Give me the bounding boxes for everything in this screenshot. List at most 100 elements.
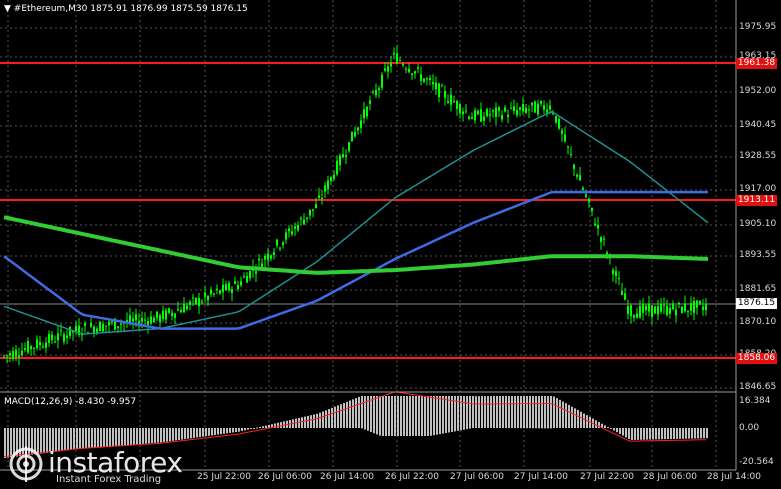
candle-body xyxy=(108,321,110,326)
macd-bar xyxy=(136,428,138,445)
candle-body xyxy=(585,194,587,197)
candle-body xyxy=(195,298,197,304)
candle-body xyxy=(534,101,536,113)
macd-bar xyxy=(358,396,360,428)
macd-bar xyxy=(115,428,117,446)
candle-body xyxy=(336,160,338,175)
macd-bar xyxy=(316,413,318,428)
macd-bar xyxy=(190,428,192,439)
macd-bar xyxy=(370,396,372,432)
candle-body xyxy=(69,326,71,337)
candle-body xyxy=(165,310,167,320)
price-tick: 1881.65 xyxy=(739,284,777,294)
macd-bar xyxy=(613,428,615,431)
candle-body xyxy=(15,349,17,357)
time-tick: 27 Jul 06:00 xyxy=(450,472,504,482)
macd-bar xyxy=(250,428,252,429)
candle-body xyxy=(636,313,638,319)
macd-bar xyxy=(355,398,357,428)
candle-body xyxy=(387,66,389,72)
candle-body xyxy=(627,306,629,315)
macd-bar xyxy=(322,411,324,428)
macd-bar xyxy=(412,396,414,436)
candle-body xyxy=(273,252,275,255)
price-tick: 1846.65 xyxy=(739,382,777,392)
candle-body xyxy=(429,77,431,81)
candle-body xyxy=(603,238,605,240)
macd-bar xyxy=(172,428,174,441)
macd-bar xyxy=(610,428,612,429)
macd-bar xyxy=(304,416,306,428)
menu-triangle-icon[interactable]: ▼ xyxy=(4,4,11,14)
macd-bar xyxy=(154,428,156,443)
price-tick: 1975.95 xyxy=(739,22,777,32)
macd-bar xyxy=(667,428,669,440)
macd-bar xyxy=(694,428,696,439)
price-tick: 1940.45 xyxy=(739,120,777,130)
ohlc-high: 1876.99 xyxy=(130,4,168,14)
macd-bar xyxy=(517,396,519,429)
candle-body xyxy=(405,68,407,70)
candle-body xyxy=(63,334,65,342)
time-tick: 25 Jul 22:00 xyxy=(197,472,251,482)
macd-bar xyxy=(373,396,375,434)
macd-bar xyxy=(547,396,549,429)
candle-body xyxy=(573,164,575,169)
candle-body xyxy=(510,107,512,109)
candle-body xyxy=(690,303,692,311)
macd-bar xyxy=(532,396,534,429)
candle-body xyxy=(531,102,533,106)
price-tick: 1905.10 xyxy=(739,219,777,229)
macd-bar xyxy=(220,428,222,435)
macd-bar xyxy=(400,396,402,436)
macd-bar xyxy=(193,428,195,438)
candle-body xyxy=(414,71,416,74)
macd-bar xyxy=(247,428,249,430)
candle-body xyxy=(483,116,485,121)
macd-bar xyxy=(328,409,330,428)
candle-body xyxy=(633,315,635,318)
macd-tick: 16.384 xyxy=(739,396,771,406)
candle-body xyxy=(297,224,299,231)
macd-bar xyxy=(670,428,672,440)
candle-body xyxy=(639,305,641,318)
candle-body xyxy=(420,74,422,81)
macd-bar xyxy=(157,428,159,443)
macd-bar xyxy=(625,428,627,438)
candle-body xyxy=(210,289,212,295)
candle-body xyxy=(570,153,572,155)
macd-bar xyxy=(511,396,513,429)
macd-bar xyxy=(556,398,558,428)
macd-bar xyxy=(490,396,492,428)
candle-body xyxy=(366,106,368,117)
candle-body xyxy=(255,271,257,274)
macd-bar xyxy=(280,422,282,428)
candle-body xyxy=(348,142,350,152)
candle-body xyxy=(198,297,200,307)
candle-body xyxy=(267,253,269,260)
candle-body xyxy=(567,146,569,148)
price-chart[interactable] xyxy=(0,0,781,489)
macd-bar xyxy=(325,410,327,428)
candle-body xyxy=(438,83,440,97)
macd-bar xyxy=(661,428,663,440)
candle-body xyxy=(663,305,665,307)
candle-body xyxy=(3,355,5,357)
candle-body xyxy=(9,353,11,356)
candle-body xyxy=(21,350,23,356)
macd-bar xyxy=(706,428,708,439)
macd-bar xyxy=(688,428,690,439)
macd-bar xyxy=(340,404,342,428)
macd-bar xyxy=(421,396,423,436)
candle-body xyxy=(645,305,647,311)
macd-bar xyxy=(265,425,267,428)
candle-body xyxy=(168,308,170,313)
price-tick: 1952.00 xyxy=(739,86,777,96)
candle-body xyxy=(135,314,137,321)
macd-bar xyxy=(382,396,384,436)
macd-bar xyxy=(433,396,435,436)
candle-body xyxy=(654,306,656,314)
candle-body xyxy=(519,107,521,110)
symbol-label: #Ethereum,M30 xyxy=(13,4,88,14)
macd-bar xyxy=(145,428,147,444)
